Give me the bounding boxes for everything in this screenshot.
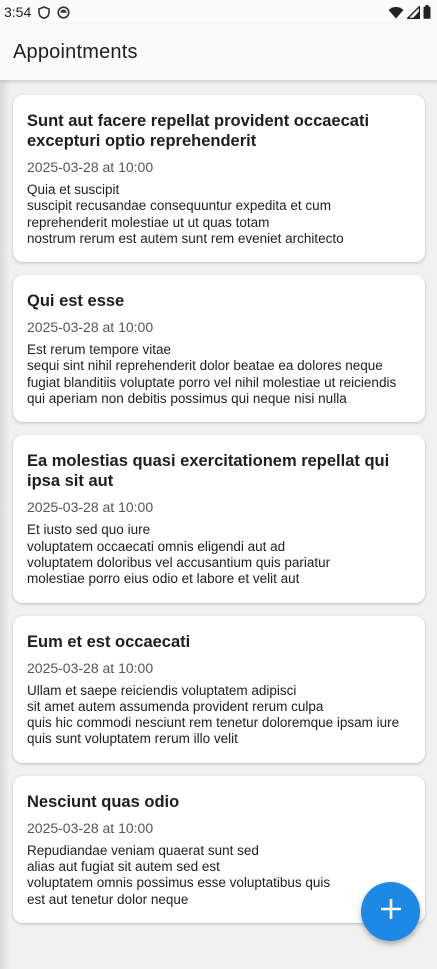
appointment-title: Sunt aut facere repellat provident occae…	[27, 112, 370, 150]
appointment-datetime: 2025-03-28 at 10:00	[27, 659, 154, 676]
appointment-title: Eum et est occaecati	[27, 632, 191, 651]
appointment-card[interactable]: Sunt aut facere repellat provident occae…	[13, 95, 425, 263]
appointment-datetime: 2025-03-28 at 10:00	[27, 499, 154, 516]
appointment-description: Et iusto sed quo iure voluptatem occaeca…	[27, 522, 331, 587]
appointment-title: Ea molestias quasi exercitationem repell…	[27, 452, 390, 491]
status-bar: 3:54	[0, 0, 437, 24]
appointment-description: Est rerum tempore vitae sequi sint nihil…	[27, 342, 397, 407]
appointment-description: Ullam et saepe reiciendis voluptatem adi…	[27, 682, 400, 747]
cell-signal-icon	[407, 5, 420, 19]
appointment-description: Quia et suscipit suscipit recusandae con…	[27, 182, 344, 246]
add-appointment-button[interactable]	[361, 882, 420, 941]
status-time: 3:54	[4, 4, 32, 20]
appointment-description: Repudiandae veniam quaerat sunt sed alia…	[27, 842, 331, 907]
appointment-title: Nesciunt quas odio	[27, 792, 180, 811]
battery-icon	[423, 5, 431, 19]
page-title: Appointments	[13, 40, 138, 63]
drawer-edge-shadow	[0, 80, 10, 969]
appointment-datetime: 2025-03-28 at 10:00	[27, 159, 154, 175]
appointment-datetime: 2025-03-28 at 10:00	[27, 319, 154, 336]
appointment-title: Qui est esse	[27, 292, 125, 311]
plus-icon	[379, 897, 403, 926]
app-bar: Appointments	[0, 24, 437, 80]
appointment-card[interactable]: Eum et est occaecati 2025-03-28 at 10:00…	[13, 615, 425, 763]
wifi-icon	[388, 6, 404, 19]
appointment-datetime: 2025-03-28 at 10:00	[27, 819, 154, 836]
app-screen: 3:54 Appointments Sunt aut facere repell…	[0, 0, 437, 969]
privacy-icon	[57, 5, 70, 19]
appointment-list: Sunt aut facere repellat provident occae…	[13, 95, 425, 936]
shield-icon	[38, 5, 51, 19]
appointment-card[interactable]: Qui est esse 2025-03-28 at 10:00 Est rer…	[13, 275, 425, 423]
appointment-card[interactable]: Ea molestias quasi exercitationem repell…	[13, 435, 425, 603]
